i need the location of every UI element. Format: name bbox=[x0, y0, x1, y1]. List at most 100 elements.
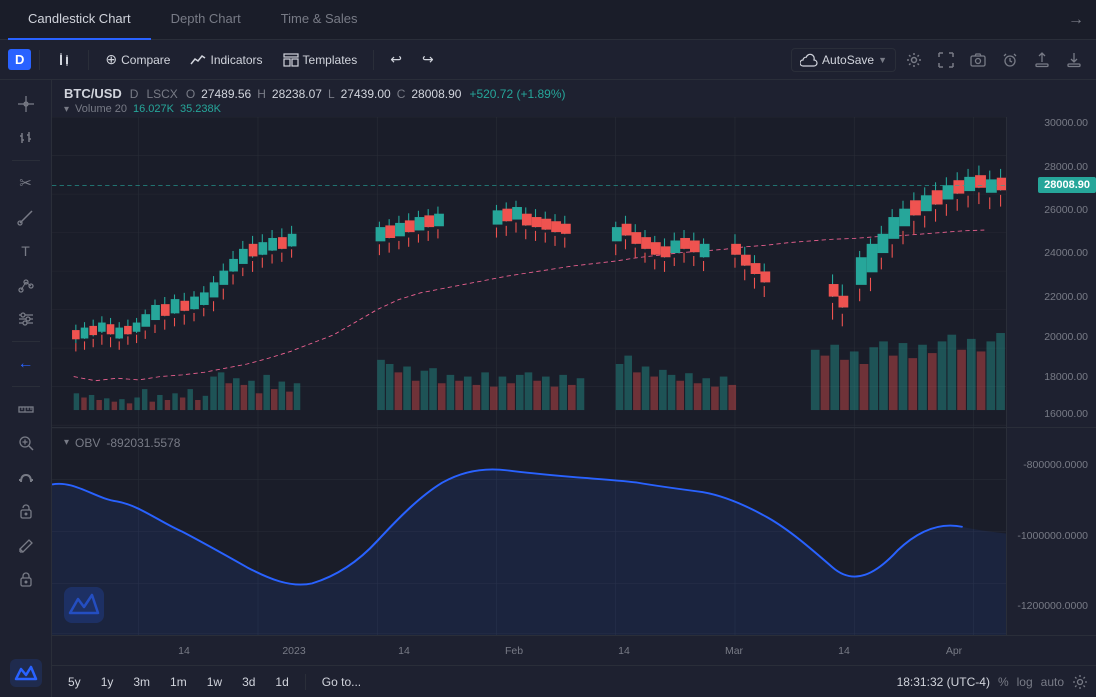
percent-button[interactable]: % bbox=[998, 675, 1009, 689]
period-3d[interactable]: 3d bbox=[234, 672, 263, 692]
bar-chart-tool[interactable] bbox=[8, 122, 44, 154]
compare-button[interactable]: ⊕ Compare bbox=[97, 47, 178, 72]
x-label-14-mar: 14 bbox=[838, 645, 850, 657]
zoom-tool[interactable] bbox=[8, 427, 44, 459]
auto-button[interactable]: auto bbox=[1041, 675, 1064, 689]
y-label-obv-800k: -800000.0000 bbox=[1023, 459, 1088, 471]
volume-label: Volume 20 bbox=[75, 103, 127, 115]
timeframe-label: D bbox=[130, 87, 139, 101]
y-label-20000: 20000.00 bbox=[1044, 331, 1088, 343]
left-toolbar-sep-3 bbox=[12, 386, 40, 387]
bottom-right-group: 18:31:32 (UTC-4) % log auto bbox=[897, 674, 1088, 690]
x-label-14-feb2: 14 bbox=[618, 645, 630, 657]
period-1d[interactable]: 1d bbox=[267, 672, 296, 692]
obv-y-axis: -800000.0000 -1000000.0000 -1200000.0000 bbox=[1007, 428, 1096, 635]
canvas-area[interactable]: ▾ OBV -892031.5578 bbox=[52, 117, 1006, 635]
lock-open-tool[interactable] bbox=[8, 495, 44, 527]
left-toolbar-sep-1 bbox=[12, 160, 40, 161]
chart-content: BTC/USD D LSCX O 27489.56 H 28238.07 L 2… bbox=[52, 80, 1096, 697]
volume-value-2: 35.238K bbox=[180, 103, 221, 115]
undo-button[interactable]: ↩ bbox=[382, 47, 410, 72]
tab-candlestick-label: Candlestick Chart bbox=[28, 11, 131, 26]
fullscreen-button[interactable] bbox=[932, 46, 960, 74]
period-1m[interactable]: 1m bbox=[162, 672, 195, 692]
edit-tool[interactable] bbox=[8, 529, 44, 561]
close-value: 28008.90 bbox=[411, 87, 461, 101]
close-label: C bbox=[397, 87, 406, 101]
log-button[interactable]: log bbox=[1017, 675, 1033, 689]
gear-icon bbox=[906, 52, 922, 68]
node-icon bbox=[17, 276, 35, 294]
tab-time-sales[interactable]: Time & Sales bbox=[261, 0, 378, 40]
x-label-mar: Mar bbox=[725, 645, 743, 657]
lock-tool[interactable] bbox=[8, 563, 44, 595]
period-1y[interactable]: 1y bbox=[93, 672, 122, 692]
x-label-14-feb: 14 bbox=[398, 645, 410, 657]
bar-chart-icon bbox=[17, 129, 35, 147]
period-1w[interactable]: 1w bbox=[199, 672, 230, 692]
y-label-26000: 26000.00 bbox=[1044, 204, 1088, 216]
volume-chevron-icon[interactable]: ▾ bbox=[64, 104, 69, 115]
high-label: H bbox=[257, 87, 266, 101]
tab-candlestick[interactable]: Candlestick Chart bbox=[8, 0, 151, 40]
indicators-button[interactable]: Indicators bbox=[182, 48, 270, 72]
node-tool[interactable] bbox=[8, 269, 44, 301]
tab-depth[interactable]: Depth Chart bbox=[151, 0, 261, 40]
obv-indicator-label: OBV bbox=[75, 436, 100, 450]
y-label-24000: 24000.00 bbox=[1044, 247, 1088, 259]
collapse-panel-button[interactable]: → bbox=[1064, 7, 1088, 33]
pencil-icon bbox=[17, 536, 35, 554]
watermark-logo bbox=[8, 657, 44, 689]
goto-button[interactable]: Go to... bbox=[314, 672, 369, 692]
toolbar-separator-3 bbox=[373, 50, 374, 70]
obv-chart-svg bbox=[52, 428, 1006, 635]
magnet-tool[interactable] bbox=[8, 461, 44, 493]
toolbar-right-group: AutoSave ▼ bbox=[791, 46, 1088, 74]
top-tabs-bar: Candlestick Chart Depth Chart Time & Sal… bbox=[0, 0, 1096, 40]
download-icon bbox=[1066, 52, 1082, 68]
period-5y[interactable]: 5y bbox=[60, 672, 89, 692]
obv-chart-container[interactable]: ▾ OBV -892031.5578 bbox=[52, 428, 1006, 635]
period-3m[interactable]: 3m bbox=[125, 672, 158, 692]
redo-button[interactable]: ↪ bbox=[414, 47, 442, 72]
y-label-30000: 30000.00 bbox=[1044, 117, 1088, 129]
settings-button[interactable] bbox=[900, 46, 928, 74]
chart-ohlc-row: BTC/USD D LSCX O 27489.56 H 28238.07 L 2… bbox=[64, 86, 1084, 101]
alarm-icon bbox=[1002, 52, 1018, 68]
price-chart-container[interactable] bbox=[52, 117, 1006, 428]
draw-tool[interactable] bbox=[8, 201, 44, 233]
crosshair-tool[interactable] bbox=[8, 88, 44, 120]
bar-style-button[interactable] bbox=[48, 48, 80, 72]
alarm-button[interactable] bbox=[996, 46, 1024, 74]
autosave-button[interactable]: AutoSave ▼ bbox=[791, 48, 896, 72]
compare-icon: ⊕ bbox=[105, 51, 117, 68]
timeframe-button[interactable]: D bbox=[8, 49, 31, 70]
download-button[interactable] bbox=[1060, 46, 1088, 74]
publish-button[interactable] bbox=[1028, 46, 1056, 74]
scissors-tool[interactable]: ✂ bbox=[8, 167, 44, 199]
chart-info-header: BTC/USD D LSCX O 27489.56 H 28238.07 L 2… bbox=[52, 80, 1096, 117]
y-label-22000: 22000.00 bbox=[1044, 291, 1088, 303]
indicators-label: Indicators bbox=[210, 53, 262, 67]
back-tool[interactable]: ← bbox=[8, 348, 44, 380]
templates-button[interactable]: Templates bbox=[275, 48, 366, 72]
x-label-2023: 2023 bbox=[282, 645, 305, 657]
bottom-bar: 5y 1y 3m 1m 1w 3d 1d Go to... 18:31:32 (… bbox=[52, 665, 1096, 697]
exchange-label: LSCX bbox=[146, 87, 177, 101]
ruler-icon bbox=[17, 400, 35, 418]
obv-chevron-icon[interactable]: ▾ bbox=[64, 437, 69, 448]
obv-label-group: ▾ OBV -892031.5578 bbox=[64, 436, 180, 450]
undo-icon: ↩ bbox=[390, 51, 402, 68]
toolbar-separator-2 bbox=[88, 50, 89, 70]
compare-label: Compare bbox=[121, 53, 170, 67]
adjust-tool[interactable] bbox=[8, 303, 44, 335]
ruler-tool[interactable] bbox=[8, 393, 44, 425]
unlock-icon bbox=[17, 502, 35, 520]
bottom-settings-button[interactable] bbox=[1072, 674, 1088, 690]
x-label-apr: Apr bbox=[946, 645, 962, 657]
text-tool[interactable]: T bbox=[8, 235, 44, 267]
screenshot-button[interactable] bbox=[964, 46, 992, 74]
chart-time-display: 18:31:32 (UTC-4) bbox=[897, 675, 990, 689]
chart-toolbar: D ⊕ Compare Indicators Templates ↩ ↪ bbox=[0, 40, 1096, 80]
charts-row: ▾ OBV -892031.5578 bbox=[52, 117, 1096, 635]
